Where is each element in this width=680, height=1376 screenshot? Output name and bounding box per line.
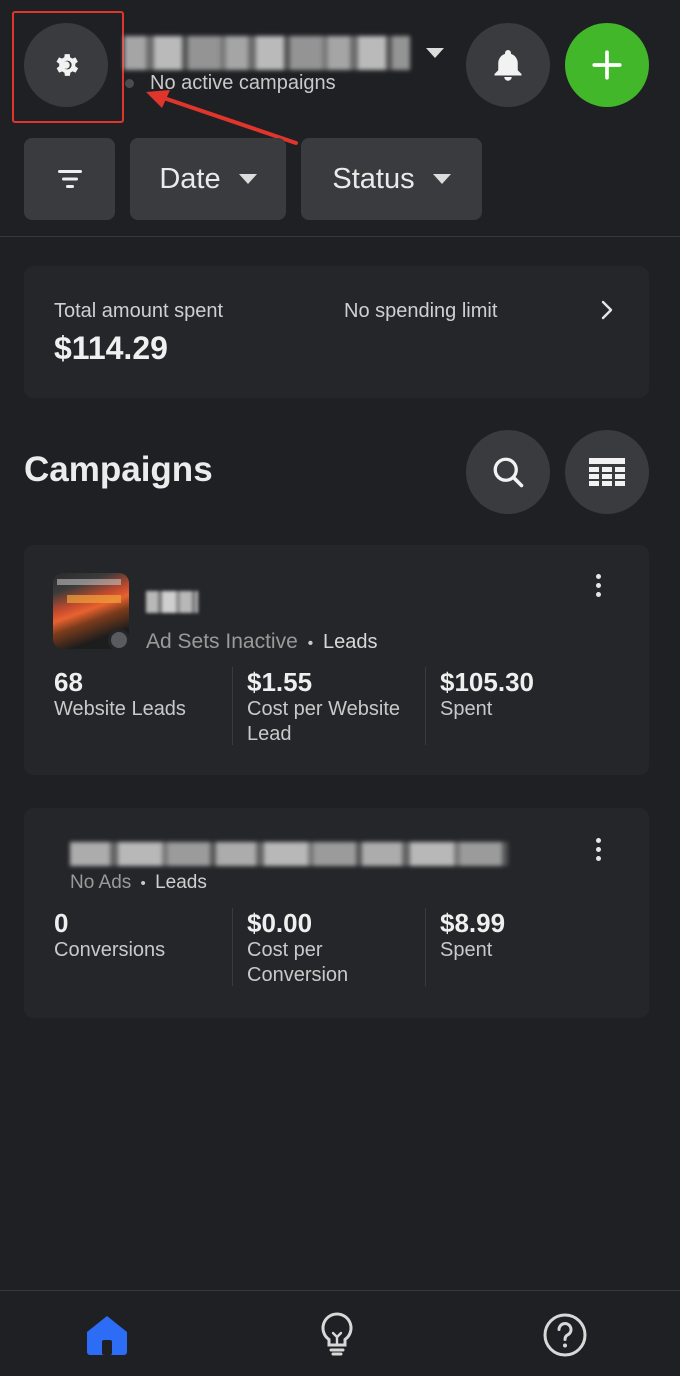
nav-help-tab[interactable]	[540, 1310, 590, 1360]
search-icon	[493, 457, 524, 488]
status-filter-label: Status	[332, 162, 415, 195]
bottom-navigation	[0, 1290, 680, 1376]
filter-icon	[57, 170, 82, 188]
campaign-card[interactable]: Ad Sets Inactive • Leads 68 Website Lead…	[24, 545, 649, 775]
metric-divider	[232, 908, 233, 986]
chevron-down-icon	[238, 174, 257, 184]
metric-label: Cost per Website Lead	[247, 698, 401, 745]
campaign-status-text: Ad Sets Inactive	[146, 630, 298, 653]
annotation-highlight-box	[12, 11, 124, 123]
account-name-redacted[interactable]	[124, 36, 410, 70]
metric-value: $8.99	[440, 908, 506, 938]
account-switcher-chevron-down-icon[interactable]	[426, 48, 444, 58]
campaign-objective: Leads	[323, 631, 378, 653]
metric-value: 0	[54, 908, 69, 938]
bell-icon	[494, 50, 522, 81]
date-filter-label: Date	[159, 162, 221, 195]
more-options-icon[interactable]	[596, 574, 602, 597]
campaign-status-text: No Ads	[70, 872, 132, 893]
metric-value: $105.30	[440, 667, 534, 697]
separator-dot: •	[140, 875, 146, 892]
metric-divider	[425, 667, 426, 745]
nav-insights-tab[interactable]	[312, 1309, 362, 1359]
metric-label: Spent	[440, 939, 493, 961]
help-icon	[543, 1313, 587, 1357]
total-spent-label: Total amount spent	[54, 300, 223, 322]
metric-label: Conversions	[54, 939, 166, 961]
metric-value: $0.00	[247, 908, 313, 938]
search-button[interactable]	[466, 430, 550, 514]
notifications-button[interactable]	[466, 23, 550, 107]
spend-summary-card[interactable]: Total amount spent $114.29 No spending l…	[24, 266, 649, 398]
campaign-objective: Leads	[155, 872, 207, 893]
metric-value: $1.55	[247, 667, 313, 697]
chevron-down-icon	[432, 174, 451, 184]
metric-value: 68	[54, 667, 83, 697]
filter-button[interactable]	[24, 138, 115, 220]
metric-label: Spent	[440, 698, 493, 720]
date-filter-dropdown[interactable]: Date	[130, 138, 286, 220]
separator-dot: •	[307, 635, 314, 652]
home-icon	[87, 1316, 127, 1355]
table-icon	[589, 458, 625, 486]
header-divider	[0, 236, 680, 237]
campaign-status-line: Ad Sets Inactive • Leads	[146, 630, 378, 654]
total-spent-amount: $114.29	[54, 330, 168, 366]
table-view-button[interactable]	[565, 430, 649, 514]
account-status-dot	[125, 79, 134, 88]
metric-label: Cost per Conversion	[247, 939, 349, 986]
create-campaign-button[interactable]	[565, 23, 649, 107]
status-filter-dropdown[interactable]: Status	[301, 138, 482, 220]
campaign-name-redacted	[70, 842, 508, 866]
metric-divider	[232, 667, 233, 745]
spending-limit-text: No spending limit	[344, 300, 498, 322]
plus-icon	[592, 50, 622, 80]
campaign-status-line: No Ads • Leads	[70, 872, 207, 894]
lightbulb-icon	[321, 1312, 353, 1356]
campaign-name-redacted	[146, 591, 198, 613]
more-options-icon[interactable]	[596, 838, 602, 861]
metric-label: Website Leads	[54, 698, 186, 720]
campaigns-title: Campaigns	[24, 450, 213, 489]
campaign-card[interactable]: No Ads • Leads 0 Conversions $0.00 Cost …	[24, 808, 649, 1018]
campaign-status-dot	[108, 629, 130, 651]
chevron-right-icon[interactable]	[600, 300, 614, 320]
metric-divider	[425, 908, 426, 986]
nav-home-tab[interactable]	[82, 1311, 132, 1359]
